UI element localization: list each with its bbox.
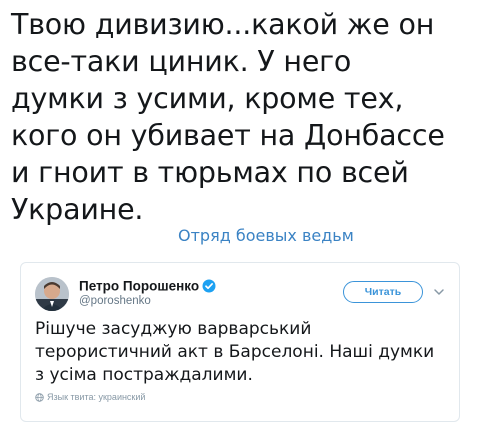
globe-icon	[35, 393, 44, 402]
quoted-tweet-card[interactable]: Петро Порошенко @poroshenko Читать Рішуч…	[20, 262, 460, 422]
tweet-text-line: кого он убивает на Донбассе	[11, 119, 445, 152]
tweet-text-line: думки з усими, кроме тех,	[11, 82, 404, 115]
tweet-text-line: все-таки циник. У него	[11, 45, 352, 78]
avatar[interactable]	[35, 277, 69, 311]
author-block[interactable]: Петро Порошенко	[79, 277, 216, 295]
author-handle[interactable]: @poroshenko	[79, 295, 151, 307]
language-label: Язык твита: украинский	[47, 392, 146, 402]
tweet-text: Твою дивизию...какой же он все-таки цини…	[11, 6, 473, 228]
quoted-text-line: з усіма постраждалими.	[35, 365, 253, 385]
watermark-text: Отряд боевых ведьм	[178, 226, 354, 245]
language-indicator: Язык твита: украинский	[35, 391, 145, 403]
tweet-text-line: Твою дивизию...какой же он	[11, 8, 435, 41]
quoted-text-line: Рішуче засуджую варварський	[35, 319, 312, 339]
follow-button[interactable]: Читать	[343, 281, 423, 303]
author-name[interactable]: Петро Порошенко	[79, 278, 199, 293]
tweet-text-line: и гноит в тюрьмах по всей	[11, 156, 409, 189]
quoted-text-line: терористичний акт в Барселоні. Наші думк…	[35, 342, 435, 362]
chevron-down-icon[interactable]	[433, 286, 445, 298]
verified-badge-icon	[202, 279, 216, 293]
quoted-tweet-text: Рішуче засуджую варварський терористични…	[35, 318, 445, 387]
tweet-text-line: Украине.	[11, 193, 144, 226]
